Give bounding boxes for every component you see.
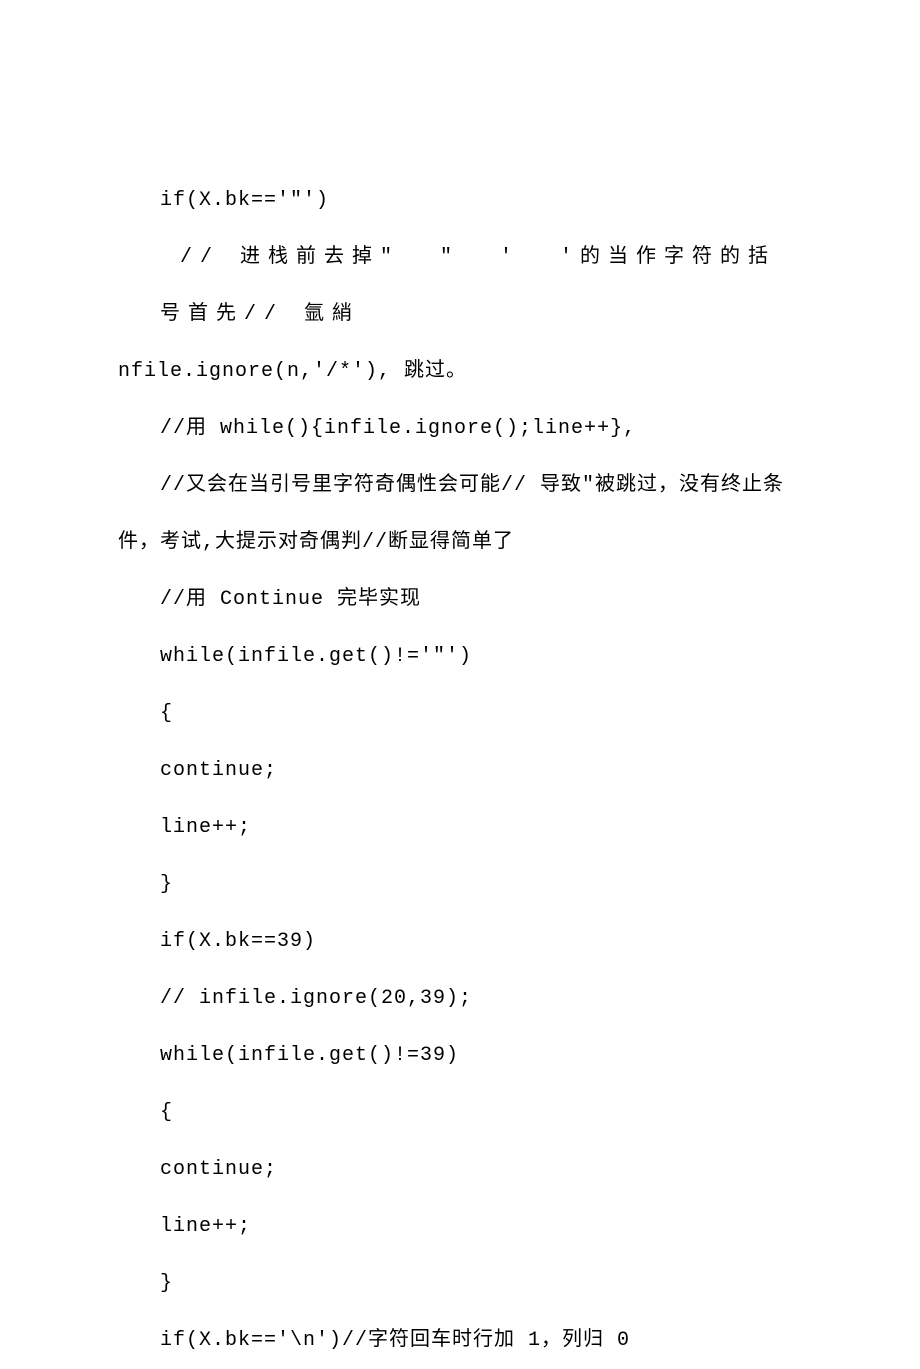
document-page: if(X.bk=='"') // 进栈前去掉" " ' '的当作字符的括号首先/…	[0, 0, 920, 1369]
code-line: continue;	[118, 742, 802, 799]
code-line: // 进栈前去掉" " ' '的当作字符的括号首先// 氩綃	[118, 229, 802, 343]
code-line: }	[118, 1255, 802, 1312]
code-line: nfile.ignore(n,'/*'), 跳过。	[118, 343, 802, 400]
code-line: if(X.bk=='\n')//字符回车时行加 1，列归 0	[118, 1312, 802, 1369]
code-line: 件，考试,大提示对奇偶判//断显得简单了	[118, 514, 802, 571]
code-line: continue;	[118, 1141, 802, 1198]
code-line: line++;	[118, 1198, 802, 1255]
code-line: if(X.bk==39)	[118, 913, 802, 970]
code-line: //用 while(){infile.ignore();line++},	[118, 400, 802, 457]
code-line: //用 Continue 完毕实现	[118, 571, 802, 628]
code-line: if(X.bk=='"')	[118, 172, 802, 229]
code-line: //又会在当引号里字符奇偶性会可能// 导致"被跳过，没有终止条	[118, 457, 802, 514]
code-line: // infile.ignore(20,39);	[118, 970, 802, 1027]
code-line: line++;	[118, 799, 802, 856]
code-line: while(infile.get()!=39)	[118, 1027, 802, 1084]
code-line: {	[118, 685, 802, 742]
code-line: {	[118, 1084, 802, 1141]
code-line: }	[118, 856, 802, 913]
code-line: while(infile.get()!='"')	[118, 628, 802, 685]
